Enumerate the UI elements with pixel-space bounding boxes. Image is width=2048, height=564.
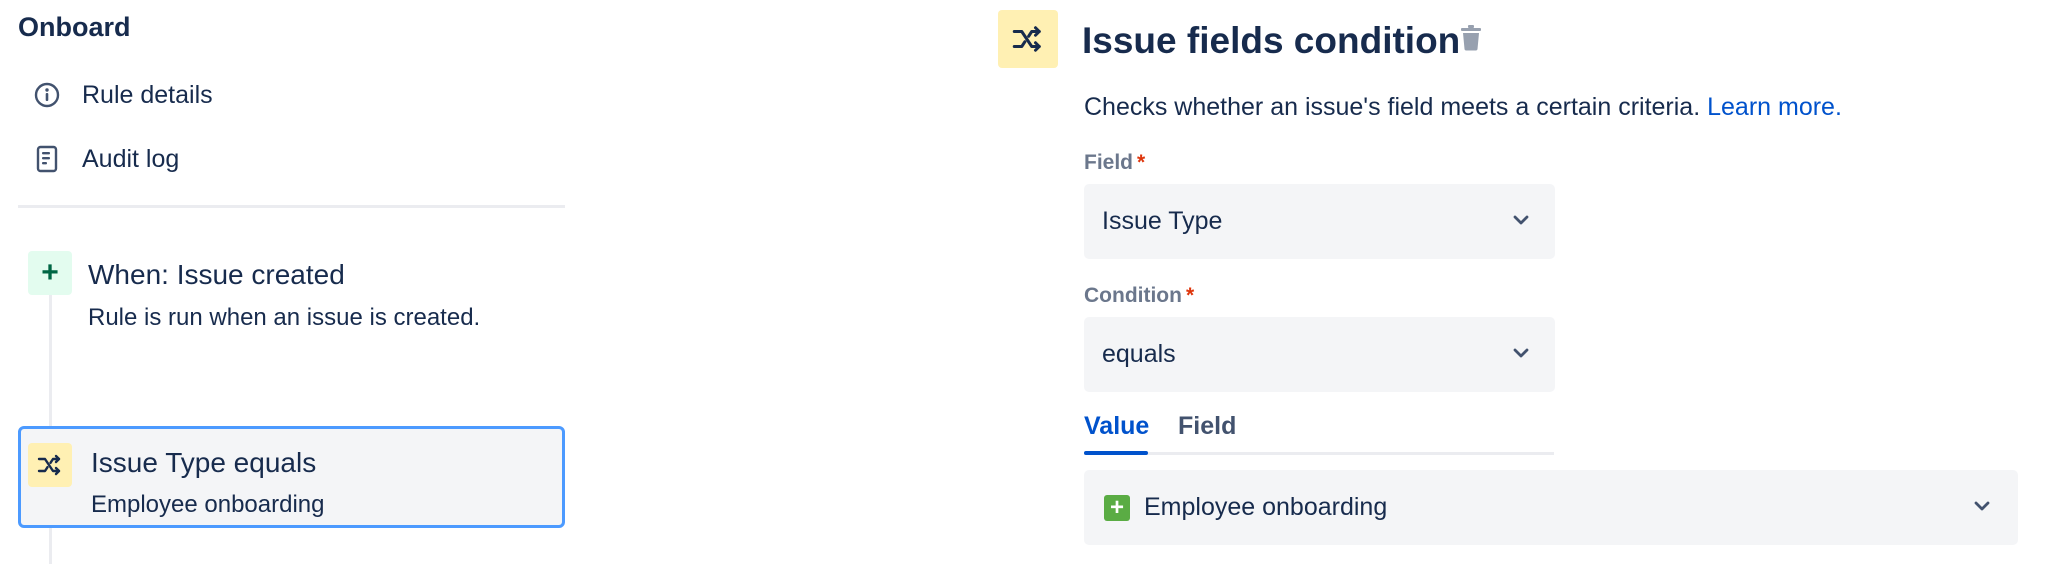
delete-component-button[interactable] <box>1456 24 1486 56</box>
value-source-tabs: Value Field <box>1084 408 1554 456</box>
nav-rule-details[interactable]: Rule details <box>18 67 558 123</box>
chevron-down-icon <box>1974 499 1990 517</box>
rule-sidebar: Onboard Rule details Audit log + When: I… <box>0 0 570 564</box>
learn-more-link[interactable]: Learn more. <box>1707 93 1842 121</box>
tab-value[interactable]: Value <box>1084 412 1149 441</box>
chevron-down-icon <box>1513 213 1529 231</box>
rule-step-trigger[interactable]: + When: Issue created Rule is run when a… <box>18 244 565 352</box>
rule-step-condition[interactable]: Issue Type equals Employee onboarding <box>18 426 565 528</box>
info-icon <box>18 82 82 108</box>
condition-config-panel: Issue fields condition Checks whether an… <box>990 0 2048 564</box>
tabs-underline <box>1084 452 1554 455</box>
issue-type-plus-icon: + <box>1104 494 1130 521</box>
nav-audit-log[interactable]: Audit log <box>18 131 558 187</box>
condition-select[interactable]: equals <box>1084 317 1555 392</box>
condition-step-title: Issue Type equals <box>91 447 317 478</box>
condition-step-description: Employee onboarding <box>91 491 325 518</box>
trigger-description: Rule is run when an issue is created. <box>88 304 481 331</box>
condition-select-value: equals <box>1102 340 1176 368</box>
required-marker: * <box>1137 151 1146 174</box>
panel-title: Issue fields condition <box>1082 20 1461 61</box>
field-label: Field * <box>1084 151 1145 175</box>
required-marker: * <box>1185 284 1195 307</box>
condition-label: Condition * <box>1084 284 1194 308</box>
field-select[interactable]: Issue Type <box>1084 184 1555 259</box>
shuffle-icon <box>998 10 1058 68</box>
chevron-down-icon <box>1513 346 1529 364</box>
trigger-title: When: Issue created <box>88 259 345 290</box>
trash-icon <box>1460 24 1482 56</box>
issue-type-value-select[interactable]: + Employee onboarding <box>1084 470 2018 545</box>
plus-icon: + <box>28 251 72 295</box>
panel-description-text: Checks whether an issue's field meets a … <box>1084 93 1701 121</box>
sidebar-divider <box>18 205 565 208</box>
nav-rule-details-label: Rule details <box>82 80 213 109</box>
field-label-text: Field <box>1084 151 1134 174</box>
field-select-value: Issue Type <box>1102 207 1223 235</box>
shuffle-icon <box>28 443 72 487</box>
value-select-value: Employee onboarding <box>1144 493 1388 521</box>
value-select-content: + Employee onboarding <box>1104 493 1387 522</box>
nav-audit-log-label: Audit log <box>82 144 180 173</box>
rule-name: Onboard <box>18 12 131 42</box>
condition-label-text: Condition <box>1084 284 1182 307</box>
document-icon <box>18 145 82 173</box>
tab-field[interactable]: Field <box>1178 412 1236 441</box>
active-tab-indicator <box>1084 451 1148 455</box>
panel-description: Checks whether an issue's field meets a … <box>1084 93 1842 122</box>
